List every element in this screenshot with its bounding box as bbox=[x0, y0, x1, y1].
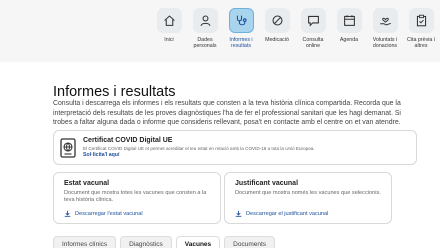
nav-label: Agenda bbox=[339, 37, 359, 43]
justificant-vacunal-title: Justificant vacunal bbox=[235, 180, 299, 187]
home-icon bbox=[156, 8, 182, 33]
nav-label: Inici bbox=[164, 37, 174, 43]
download-estat-vacunal-link[interactable]: Descarregar l'estat vacunal bbox=[64, 210, 143, 217]
nav-label: Medicació bbox=[265, 37, 289, 43]
justificant-vacunal-card: Justificant vacunal Document que mostra … bbox=[224, 172, 392, 224]
nav-label: Consulta online bbox=[302, 37, 324, 49]
nav-item-informes-resultats[interactable]: Informes i resultats bbox=[223, 8, 259, 49]
nav-item-cita-previa[interactable]: Cita prèvia i altres bbox=[403, 8, 439, 49]
passport-icon bbox=[60, 138, 76, 158]
download-justificant-vacunal-link[interactable]: Descarregar el justificant vacunal bbox=[235, 210, 328, 217]
estat-vacunal-title: Estat vacunal bbox=[64, 180, 110, 187]
tab-informes-clinics[interactable]: Informes clínics bbox=[53, 236, 117, 248]
nav-item-agenda[interactable]: Agenda bbox=[331, 8, 367, 49]
download-icon bbox=[235, 210, 242, 217]
estat-vacunal-description: Document que mostra totes les vacunes qu… bbox=[64, 190, 207, 203]
records-tabs: Informes clínics Diagnòstics Vacunes Doc… bbox=[53, 236, 279, 248]
page-title: Informes i resultats bbox=[53, 84, 176, 100]
nav-item-voluntats-donacions[interactable]: Voluntats i donacions bbox=[367, 8, 403, 49]
nav-item-inici[interactable]: Inici bbox=[151, 8, 187, 49]
calendar-icon bbox=[336, 8, 362, 33]
intro-text: Consulta i descarrega els informes i els… bbox=[53, 100, 401, 127]
nav-item-dades-personals[interactable]: Dades personals bbox=[187, 8, 223, 49]
covid-card-title: Certificat COVID Digital UE bbox=[83, 137, 173, 144]
main-nav: Inici Dades personals Informes i resulta… bbox=[151, 8, 439, 49]
download-justificant-vacunal-label: Descarregar el justificant vacunal bbox=[246, 210, 329, 217]
hand-heart-icon bbox=[372, 8, 398, 33]
download-icon bbox=[64, 210, 71, 217]
tab-vacunes[interactable]: Vacunes bbox=[175, 236, 221, 248]
covid-certificate-card: Certificat COVID Digital UE El Certifica… bbox=[53, 130, 417, 165]
clipboard-icon bbox=[408, 8, 434, 33]
covid-card-description: El Certificat COVID Digital UE et permet… bbox=[83, 146, 315, 151]
tab-diagnostics[interactable]: Diagnòstics bbox=[120, 236, 172, 248]
nav-item-consulta-online[interactable]: Consulta online bbox=[295, 8, 331, 49]
nav-label: Dades personals bbox=[193, 37, 217, 49]
top-navigation-bar: Inici Dades personals Informes i resulta… bbox=[0, 0, 440, 62]
user-icon bbox=[192, 8, 218, 33]
estat-vacunal-card: Estat vacunal Document que mostra totes … bbox=[53, 172, 221, 224]
nav-label: Informes i resultats bbox=[229, 37, 253, 49]
chat-icon bbox=[300, 8, 326, 33]
stethoscope-icon bbox=[228, 8, 254, 33]
download-estat-vacunal-label: Descarregar l'estat vacunal bbox=[75, 210, 143, 217]
tab-documents[interactable]: Documents bbox=[224, 236, 276, 248]
nav-label: Voluntats i donacions bbox=[372, 37, 398, 49]
justificant-vacunal-description: Document que mostra només les vacunes qu… bbox=[235, 190, 381, 196]
nav-item-medicacio[interactable]: Medicació bbox=[259, 8, 295, 49]
pill-icon bbox=[264, 8, 290, 33]
request-certificate-link[interactable]: Sol·licita'l aquí bbox=[83, 152, 119, 158]
nav-label: Cita prèvia i altres bbox=[407, 37, 435, 49]
